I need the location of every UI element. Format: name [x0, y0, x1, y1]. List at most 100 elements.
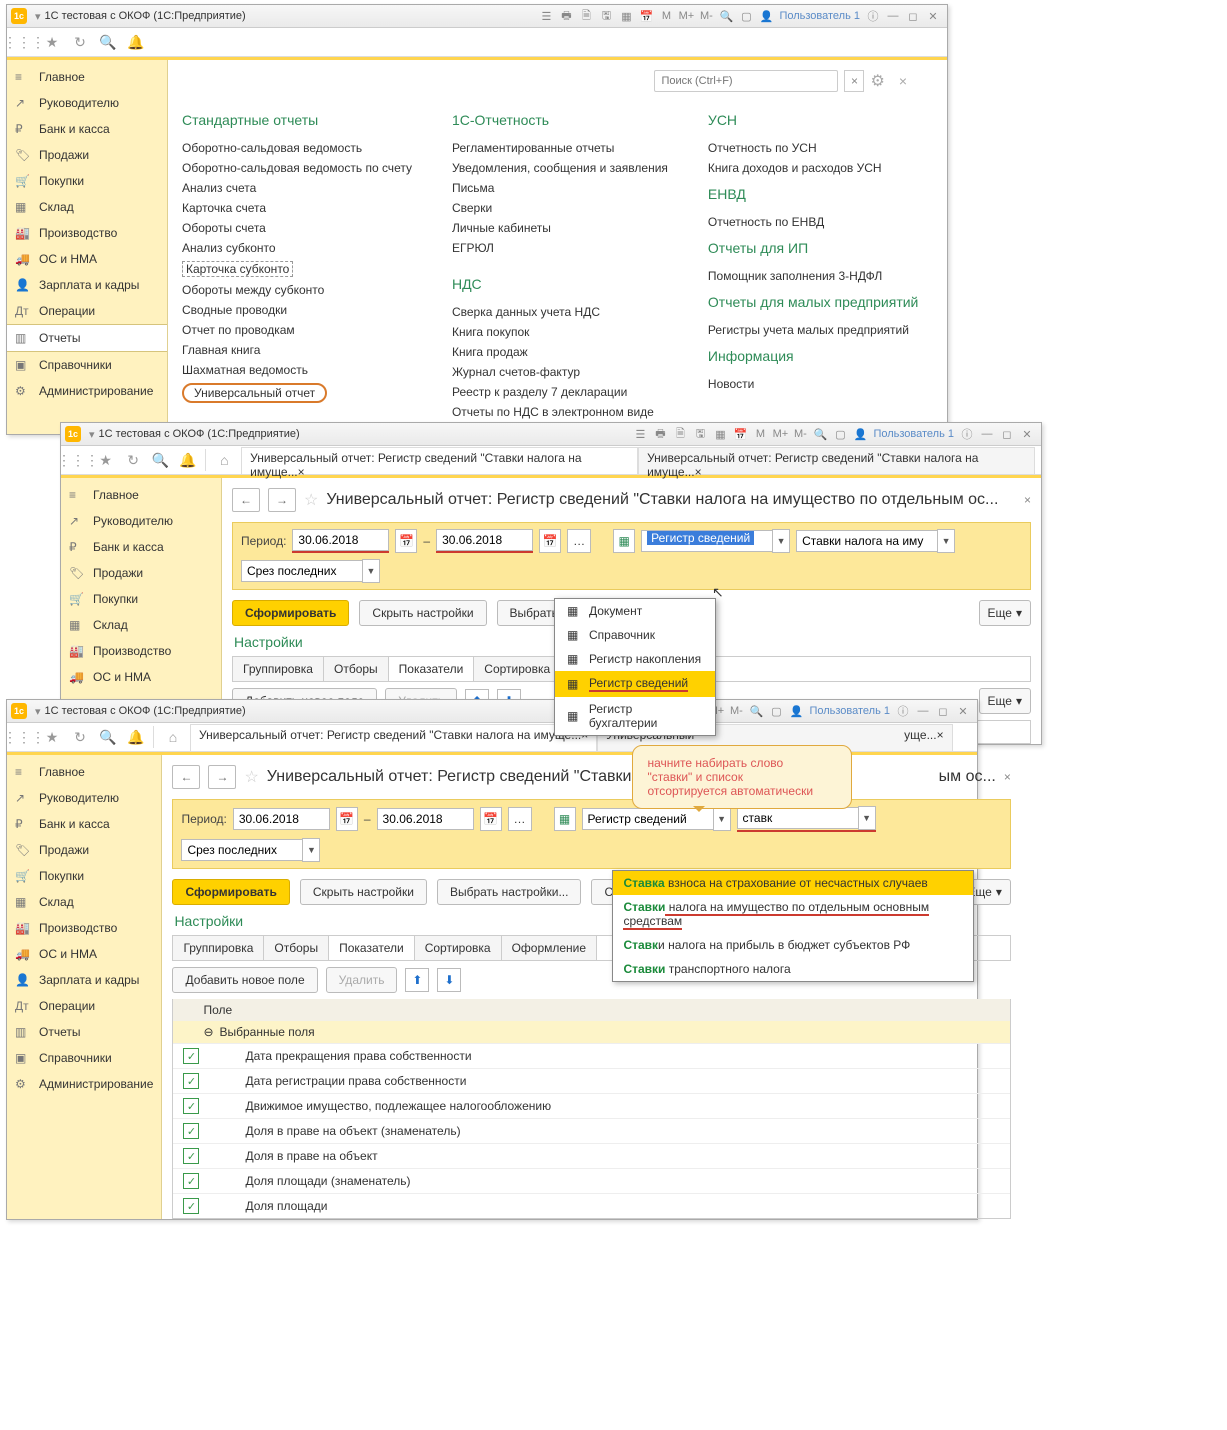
more-button[interactable]: Еще▾	[979, 688, 1031, 714]
favorite-star-icon[interactable]: ☆	[244, 767, 258, 787]
report-link[interactable]: Сверки	[452, 201, 668, 215]
doc-tab-2[interactable]: Универсальный отчет: Регистр сведений "С…	[638, 447, 1035, 474]
sidebar-item-Руководителю[interactable]: ↗Руководителю	[61, 508, 221, 534]
info-icon[interactable]: ⓘ	[865, 8, 881, 24]
layout-icon[interactable]: ▢	[768, 703, 784, 719]
chevron-down-icon[interactable]: ▼	[713, 807, 731, 831]
suggestion-item[interactable]: Ставка взноса на страхование от несчастн…	[613, 871, 973, 895]
report-link[interactable]: Отчеты по НДС в электронном виде	[452, 405, 668, 419]
sidebar-item-Производство[interactable]: 🏭Производство	[7, 220, 167, 246]
doc-icon[interactable]: 🗎	[672, 426, 688, 442]
report-link[interactable]: Универсальный отчет	[182, 383, 327, 403]
sidebar-item-Руководителю[interactable]: ↗Руководителю	[7, 90, 167, 116]
generate-button[interactable]: Сформировать	[232, 600, 349, 626]
report-link[interactable]: Помощник заполнения 3-НДФЛ	[708, 269, 918, 283]
nav-back-button[interactable]: ←	[232, 488, 260, 512]
register-name-combo[interactable]: ▼	[796, 529, 955, 553]
settings-tab[interactable]: Сортировка	[474, 657, 561, 681]
checkbox-icon[interactable]: ✓	[183, 1098, 199, 1114]
user-icon[interactable]: 👤	[788, 703, 804, 719]
register-type-combo[interactable]: ▼	[582, 807, 731, 831]
sidebar-item-Продажи[interactable]: 🏷Продажи	[7, 142, 167, 168]
checkbox-icon[interactable]: ✓	[183, 1123, 199, 1139]
register-type-combo[interactable]: Регистр сведений ▼	[641, 529, 790, 553]
info-icon[interactable]: ⓘ	[895, 703, 911, 719]
nav-back-button[interactable]: ←	[172, 765, 200, 789]
apps-icon[interactable]: ⋮⋮⋮	[67, 449, 89, 471]
tab-close-icon[interactable]: ×	[298, 465, 305, 479]
settings-tab[interactable]: Оформление	[502, 936, 597, 960]
checkbox-icon[interactable]: ✓	[183, 1073, 199, 1089]
report-link[interactable]: Журнал счетов-фактур	[452, 365, 668, 379]
mminus-icon[interactable]: M-	[792, 426, 808, 442]
report-link[interactable]: Обороты счета	[182, 221, 412, 235]
chevron-down-icon[interactable]: ▾	[35, 705, 41, 718]
grid-icon[interactable]: ▦	[618, 8, 634, 24]
home-icon[interactable]: ⌂	[205, 449, 235, 471]
user-icon[interactable]: 👤	[758, 8, 774, 24]
close-panel-icon[interactable]: ×	[899, 73, 907, 89]
report-link[interactable]: Оборотно-сальдовая ведомость	[182, 141, 412, 155]
minimize-icon[interactable]: —	[885, 8, 901, 24]
field-row[interactable]: ✓Дата прекращения права собственности	[173, 1043, 1009, 1068]
date-to-input[interactable]	[436, 529, 533, 551]
sidebar-item-Покупки[interactable]: 🛒Покупки	[7, 863, 161, 889]
checkbox-icon[interactable]: ✓	[183, 1148, 199, 1164]
sidebar-item-Руководителю[interactable]: ↗Руководителю	[7, 785, 161, 811]
sidebar-item-Главное[interactable]: ≡Главное	[7, 64, 167, 90]
settings-tab[interactable]: Показатели	[389, 657, 475, 681]
doc-icon[interactable]: 🗎	[578, 8, 594, 24]
checkbox-icon[interactable]: ✓	[183, 1048, 199, 1064]
maximize-icon[interactable]: ◻	[905, 8, 921, 24]
apps-icon[interactable]: ⋮⋮⋮	[13, 31, 35, 53]
settings-tab[interactable]: Группировка	[173, 936, 264, 960]
period-picker-button[interactable]: …	[508, 807, 532, 831]
zoom-icon[interactable]: 🔍	[718, 8, 734, 24]
chevron-down-icon[interactable]: ▾	[89, 428, 95, 441]
doc-tab-1[interactable]: Универсальный отчет: Регистр сведений "С…	[241, 447, 638, 474]
report-link[interactable]: Карточка счета	[182, 201, 412, 215]
star-icon[interactable]: ★	[41, 726, 63, 748]
maximize-icon[interactable]: ◻	[935, 703, 951, 719]
dropdown-item[interactable]: ▦Документ	[555, 599, 715, 623]
report-link[interactable]: Карточка субконто	[182, 261, 293, 277]
delete-field-button[interactable]: Удалить	[326, 967, 398, 993]
user-label[interactable]: Пользователь 1	[873, 428, 954, 440]
report-link[interactable]: Сверка данных учета НДС	[452, 305, 668, 319]
star-icon[interactable]: ★	[41, 31, 63, 53]
layout-icon[interactable]: ▢	[738, 8, 754, 24]
field-row[interactable]: ✓Доля площади	[173, 1193, 1009, 1218]
sidebar-item-Покупки[interactable]: 🛒Покупки	[7, 168, 167, 194]
calendar-button[interactable]: 📅	[539, 529, 561, 553]
sidebar-item-Справочники[interactable]: ▣Справочники	[7, 352, 167, 378]
period-picker-button[interactable]: …	[567, 529, 591, 553]
suggestion-item[interactable]: Ставки налога на прибыль в бюджет субъек…	[613, 933, 973, 957]
choose-settings-button[interactable]: Выбрать настройки...	[437, 879, 581, 905]
calendar-icon[interactable]: 📅	[732, 426, 748, 442]
slice-combo[interactable]: ▼	[181, 838, 320, 862]
slice-combo[interactable]: ▼	[241, 559, 380, 583]
date-to-input[interactable]	[377, 808, 474, 830]
star-icon[interactable]: ★	[95, 449, 116, 471]
sidebar-item-ОС и НМА[interactable]: 🚚ОС и НМА	[7, 941, 161, 967]
history-icon[interactable]: ↻	[122, 449, 143, 471]
bell-icon[interactable]: 🔔	[125, 726, 147, 748]
report-link[interactable]: Оборотно-сальдовая ведомость по счету	[182, 161, 412, 175]
sidebar-item-ОС и НМА[interactable]: 🚚ОС и НМА	[61, 664, 221, 690]
settings-tab[interactable]: Отборы	[264, 936, 329, 960]
save-icon[interactable]: 🖫	[692, 426, 708, 442]
mminus-icon[interactable]: M-	[698, 8, 714, 24]
calendar-button[interactable]: 📅	[480, 807, 502, 831]
field-row[interactable]: ✓Доля в праве на объект (знаменатель)	[173, 1118, 1009, 1143]
date-from-input[interactable]	[233, 808, 330, 830]
nav-forward-button[interactable]: →	[208, 765, 236, 789]
bell-icon[interactable]: 🔔	[177, 449, 198, 471]
sidebar-item-Производство[interactable]: 🏭Производство	[7, 915, 161, 941]
dropdown-item[interactable]: ▦Справочник	[555, 623, 715, 647]
report-link[interactable]: Обороты между субконто	[182, 283, 412, 297]
chevron-down-icon[interactable]: ▼	[302, 838, 320, 862]
sidebar-item-Администрирование[interactable]: ⚙Администрирование	[7, 1071, 161, 1097]
suggestion-item[interactable]: Ставки транспортного налога	[613, 957, 973, 981]
report-link[interactable]: Книга доходов и расходов УСН	[708, 161, 918, 175]
info-icon[interactable]: ⓘ	[959, 426, 975, 442]
